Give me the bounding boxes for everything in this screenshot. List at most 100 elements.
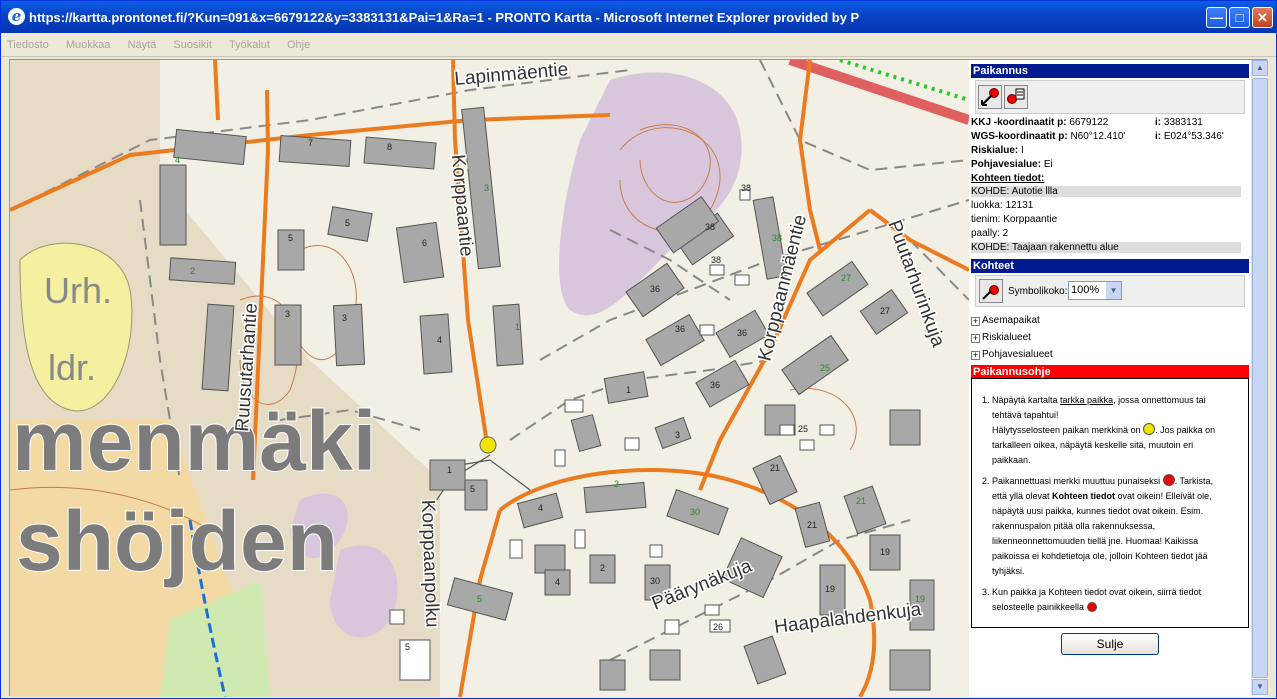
scroll-up-icon[interactable]: ▲ [1252, 60, 1268, 76]
map-view[interactable]: Urh. ldr. menmäki shöjden Lapinmäentie K… [10, 60, 969, 697]
locate-arrow-icon[interactable] [978, 85, 1002, 109]
building-number: 4 [555, 577, 560, 587]
building-number: 4 [538, 503, 543, 513]
building-number-green: 30 [690, 507, 700, 517]
title-bar[interactable]: e https://kartta.prontonet.fi/?Kun=091&x… [1, 1, 1276, 33]
building-number: 19 [825, 584, 835, 594]
map-label-area-sv: shöjden [16, 494, 338, 588]
building-number: 8 [387, 142, 392, 152]
ohje-text: Paikannettuasi merkki muuttuu punaiseksi [992, 476, 1161, 486]
menu-help[interactable]: Ohje [281, 33, 318, 51]
building-number: 19 [880, 547, 890, 557]
send-location-icon[interactable] [1004, 85, 1028, 109]
kohde-2: KOHDE: Taajaan rakennettu alue [971, 242, 1241, 253]
kkj-i-value: 3383131 [1163, 117, 1203, 128]
menu-favorites[interactable]: Suosikit [167, 33, 220, 51]
close-button[interactable]: ✕ [1252, 7, 1273, 28]
building-number-green: 5 [477, 594, 482, 604]
kohde-1: KOHDE: Autotie llla [971, 186, 1241, 197]
internet-explorer-icon: e [8, 8, 25, 25]
expand-icon[interactable]: + [971, 334, 980, 343]
tree-riskialueet[interactable]: + Riskialueet [971, 332, 1031, 343]
wgs-i-label: i: [1155, 131, 1162, 142]
ohje-link: tarkka paikka [1060, 395, 1114, 405]
map-label-urh: Urh. [44, 270, 112, 311]
building-number: 4 [437, 335, 442, 345]
building-number: 5 [470, 484, 475, 494]
page-content: Urh. ldr. menmäki shöjden Lapinmäentie K… [9, 59, 1268, 697]
symbolikoko-label: Symbolikoko: [1008, 286, 1068, 297]
map-label-area-fi: menmäki [12, 394, 376, 488]
browser-window: e https://kartta.prontonet.fi/?Kun=091&x… [0, 0, 1277, 699]
paikannus-toolbar [975, 80, 1245, 114]
expand-icon[interactable]: + [971, 351, 980, 360]
building-number: 5 [288, 233, 293, 243]
map-label-idr: ldr. [48, 347, 96, 388]
tree-pohjavesialueet[interactable]: + Pohjavesialueet [971, 349, 1053, 360]
ohje-text: Hälytysselosteen paikan merkkinä on [992, 425, 1141, 435]
expand-icon[interactable]: + [971, 317, 980, 326]
building-number: 21 [807, 520, 817, 530]
send-location-icon [1086, 602, 1097, 612]
location-marker[interactable] [479, 436, 497, 454]
menu-file[interactable]: Tiedosto [1, 33, 57, 51]
kohde-luokka: luokka: 12131 [971, 200, 1034, 211]
building-number: 26 [713, 622, 723, 632]
building-number-green: 19 [915, 594, 925, 604]
building-number-green: 27 [841, 273, 851, 283]
ohje-box: Näpäytä kartalta tarkka paikka, jossa on… [971, 378, 1249, 628]
street-label-korppaanpolku: Korppaanpolku [417, 499, 442, 627]
wgs-i-row: i: E024°53.346' [1155, 131, 1224, 142]
building-number: 1 [626, 385, 631, 395]
pohja-row: Pohjavesialue: Ei [971, 159, 1053, 170]
tree-label: Pohjavesialueet [982, 349, 1053, 360]
tree-asemapaikat[interactable]: + Asemapaikat [971, 315, 1040, 326]
scroll-down-icon[interactable]: ▼ [1252, 679, 1268, 695]
kohteet-toolbar: Symbolikoko: 100% ▼ [975, 275, 1245, 307]
window-title: https://kartta.prontonet.fi/?Kun=091&x=6… [29, 10, 860, 25]
vertical-scrollbar[interactable]: ▲ ▼ [1251, 60, 1268, 697]
scroll-thumb[interactable] [1252, 78, 1268, 678]
red-marker-icon [1162, 474, 1175, 486]
wgs-label: WGS-koordinaatit p: [971, 131, 1068, 142]
menu-view[interactable]: Näytä [122, 33, 165, 51]
kkj-p-value: 6679122 [1069, 117, 1109, 128]
kkj-i-row: i: 3383131 [1155, 117, 1203, 128]
building-number-green: 2 [190, 266, 195, 276]
side-panel: Paikannus KKJ -koordinaatit p: 6679122 i… [969, 60, 1251, 697]
ohje-step-3: Kun paikka ja Kohteen tiedot ovat oikein… [992, 585, 1226, 615]
map-canvas[interactable]: Urh. ldr. menmäki shöjden Lapinmäentie K… [10, 60, 969, 697]
pohja-label: Pohjavesialue: [971, 159, 1042, 170]
building-number: 30 [650, 576, 660, 586]
symbolikoko-select[interactable]: 100% ▼ [1068, 281, 1122, 300]
tree-label: Riskialueet [982, 332, 1031, 343]
ohje-step-2: Paikannettuasi merkki muuttuu punaiseksi… [992, 474, 1226, 579]
maximize-button[interactable]: □ [1229, 7, 1250, 28]
kohde-paally: paally: 2 [971, 228, 1009, 239]
menu-edit[interactable]: Muokkaa [60, 33, 119, 51]
wgs-row: WGS-koordinaatit p: N60°12.410' [971, 131, 1125, 142]
sulje-button[interactable]: Sulje [1061, 633, 1159, 655]
menu-bar: Tiedosto Muokkaa Näytä Suosikit Työkalut… [1, 33, 1276, 57]
building-number: 38 [711, 255, 721, 265]
building-number-green: 25 [820, 363, 830, 373]
ohje-text: Näpäytä kartalta [992, 395, 1061, 405]
kkj-i-label: i: [1155, 117, 1162, 128]
minimize-button[interactable]: — [1206, 7, 1227, 28]
kohde-tienim: tienim: Korppaantie [971, 214, 1058, 225]
menu-tools[interactable]: Työkalut [223, 33, 278, 51]
ohje-list: Näpäytä kartalta tarkka paikka, jossa on… [974, 393, 1226, 621]
building-number: 1 [447, 465, 452, 475]
symbol-icon[interactable] [979, 279, 1003, 303]
building-number: 7 [308, 138, 313, 148]
riski-row: Riskialue: I [971, 145, 1024, 156]
building-number: 36 [737, 328, 747, 338]
building-number: 3 [342, 313, 347, 323]
building-number: 21 [770, 463, 780, 473]
kohteet-header: Kohteet [971, 259, 1249, 273]
chevron-down-icon[interactable]: ▼ [1106, 282, 1121, 299]
ohje-header: Paikannusohje [971, 365, 1249, 379]
ohje-step-1: Näpäytä kartalta tarkka paikka, jossa on… [992, 393, 1226, 468]
kkj-label: KKJ -koordinaatit p: [971, 117, 1067, 128]
building-number: 36 [650, 284, 660, 294]
